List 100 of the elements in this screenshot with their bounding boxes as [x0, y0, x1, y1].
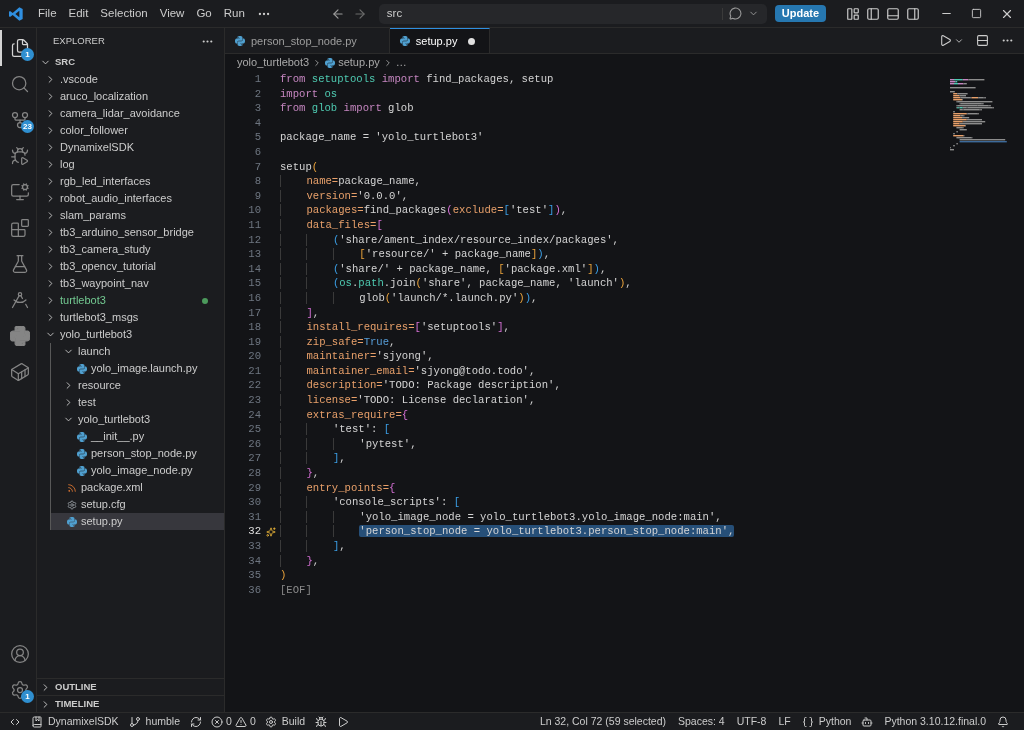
- tree-folder[interactable]: slam_params: [37, 207, 224, 224]
- menu-item[interactable]: Edit: [62, 4, 95, 23]
- status-item[interactable]: Python: [796, 713, 857, 730]
- item-label: yolo_turtlebot3: [60, 327, 133, 343]
- menu-item[interactable]: Run: [217, 4, 251, 23]
- line-number: 30: [247, 495, 261, 510]
- tree-file[interactable]: person_stop_node.py: [51, 445, 224, 462]
- chat-icon[interactable]: [728, 7, 742, 20]
- menu-item[interactable]: Go: [190, 4, 218, 23]
- maximize-icon[interactable]: [971, 8, 982, 19]
- sparkle-icon[interactable]: [265, 526, 276, 537]
- run-icon[interactable]: [939, 34, 952, 47]
- tree-folder[interactable]: tb3_camera_study: [37, 241, 224, 258]
- editor-tab[interactable]: person_stop_node.py: [225, 28, 390, 53]
- breadcrumb-item[interactable]: …: [395, 54, 407, 71]
- tree-file[interactable]: package.xml: [51, 479, 224, 496]
- tree-folder[interactable]: tb3_opencv_tutorial: [37, 258, 224, 275]
- editor-tab[interactable]: setup.py: [389, 28, 491, 53]
- status-item[interactable]: Ln 32, Col 72 (59 selected): [533, 713, 672, 730]
- item-label: slam_params: [60, 208, 127, 224]
- line-number: 24: [247, 407, 261, 423]
- status-item[interactable]: humble: [123, 713, 186, 730]
- tree-folder[interactable]: resource: [51, 377, 224, 394]
- panel-header[interactable]: OUTLINE: [37, 678, 224, 695]
- tree-folder[interactable]: tb3_waypoint_nav: [37, 275, 224, 292]
- tree-file[interactable]: yolo_image_node.py: [51, 462, 224, 479]
- breadcrumb-item[interactable]: yolo_turtlebot3: [237, 54, 310, 71]
- tree-folder[interactable]: log: [37, 156, 224, 173]
- tree-file[interactable]: __init__.py: [51, 428, 224, 445]
- status-item[interactable]: DynamixelSDK: [26, 713, 124, 730]
- tree-folder[interactable]: .vscode: [37, 71, 224, 88]
- code-line: [EOF]: [280, 582, 312, 598]
- tree-file[interactable]: yolo_image.launch.py: [51, 360, 224, 377]
- forward-arrow-icon[interactable]: [352, 6, 367, 21]
- menu-item[interactable]: View: [153, 4, 191, 23]
- status-item[interactable]: Build: [259, 713, 311, 730]
- menu-item[interactable]: Selection: [94, 4, 154, 23]
- settings-icon: [9, 680, 30, 700]
- code-line: name=package_name,: [280, 174, 421, 189]
- badge: 1: [21, 48, 34, 61]
- back-arrow-icon[interactable]: [330, 6, 345, 21]
- code-line: zip_safe=True,: [280, 334, 396, 350]
- breadcrumb-item[interactable]: setup.py: [338, 54, 380, 71]
- tree-folder[interactable]: DynamixelSDK: [37, 139, 224, 156]
- code-line: },: [280, 466, 320, 481]
- layout-icon[interactable]: [846, 6, 860, 21]
- code-line: 'yolo_image_node = yolo_turtlebot3.yolo_image_node:main',: [280, 509, 722, 525]
- item-label: yolo_image.launch.py: [91, 361, 198, 377]
- tree-folder[interactable]: turtlebot3_msgs: [37, 309, 224, 326]
- line-number: 7: [253, 159, 261, 175]
- status-item[interactable]: Spaces: 4: [672, 713, 731, 730]
- tree-folder[interactable]: aruco_localization: [37, 88, 224, 105]
- tree-folder[interactable]: robot_audio_interfaces: [37, 190, 224, 207]
- tree-file[interactable]: setup.cfg: [51, 496, 224, 513]
- code-line: 'pytest',: [280, 436, 417, 452]
- code-line: license='TODO: License declaration',: [280, 393, 536, 408]
- code-line: entry_points={: [280, 480, 396, 496]
- item-label: package.xml: [81, 480, 143, 496]
- line-number: 27: [247, 451, 261, 467]
- monitor-icon: [9, 182, 30, 202]
- activity-bar-item[interactable]: 23: [0, 102, 37, 138]
- item-label: tb3_arduino_sensor_bridge: [60, 225, 194, 241]
- panel-left-icon[interactable]: [866, 6, 880, 21]
- item-label: resource: [78, 378, 121, 394]
- book-icon: [31, 715, 43, 728]
- root-folder-header[interactable]: SRC: [37, 54, 224, 71]
- status-item[interactable]: UTF-8: [730, 713, 773, 730]
- tree-folder[interactable]: test: [51, 394, 224, 411]
- python-file-icon: [399, 36, 410, 46]
- panel-right-icon[interactable]: [906, 6, 920, 21]
- line-number: 33: [247, 539, 261, 554]
- status-item[interactable]: LF: [772, 713, 797, 730]
- line-number: 10: [247, 203, 261, 218]
- tree-folder[interactable]: rgb_led_interfaces: [37, 173, 224, 190]
- item-label: yolo_image_node.py: [91, 463, 193, 479]
- tree-folder[interactable]: turtlebot3: [37, 292, 224, 309]
- container-icon: [9, 362, 30, 382]
- problems-status[interactable]: 0 0: [207, 713, 260, 730]
- tree-folder[interactable]: tb3_arduino_sensor_bridge: [37, 224, 224, 241]
- menu-item[interactable]: File: [32, 4, 63, 23]
- python-file-icon: [77, 431, 87, 442]
- tree-folder[interactable]: yolo_turtlebot3: [51, 411, 224, 428]
- line-number: 5: [253, 130, 261, 145]
- panel-bottom-icon[interactable]: [886, 6, 900, 21]
- tree-folder[interactable]: color_follower: [37, 122, 224, 139]
- line-number: 3: [253, 101, 261, 116]
- search-field[interactable]: src: [378, 3, 767, 24]
- tree-folder[interactable]: yolo_turtlebot3: [37, 326, 224, 343]
- update-button[interactable]: Update: [774, 5, 827, 22]
- status-item[interactable]: Python 3.10.12.final.0: [878, 713, 992, 730]
- activity-bar-item[interactable]: 1: [0, 672, 37, 708]
- tree-folder[interactable]: camera_lidar_avoidance: [37, 105, 224, 122]
- code-line: ],: [280, 539, 346, 554]
- tree-file[interactable]: setup.py: [51, 513, 224, 530]
- code-line: extras_require={: [280, 407, 409, 423]
- python-file-icon: [325, 57, 336, 68]
- item-label: yolo_turtlebot3: [78, 412, 151, 428]
- tree-folder[interactable]: launch: [51, 343, 224, 360]
- split-editor-icon[interactable]: [976, 34, 989, 47]
- code-line: 'person_stop_node = yolo_turtlebot3.person_stop_node:main',: [280, 524, 735, 539]
